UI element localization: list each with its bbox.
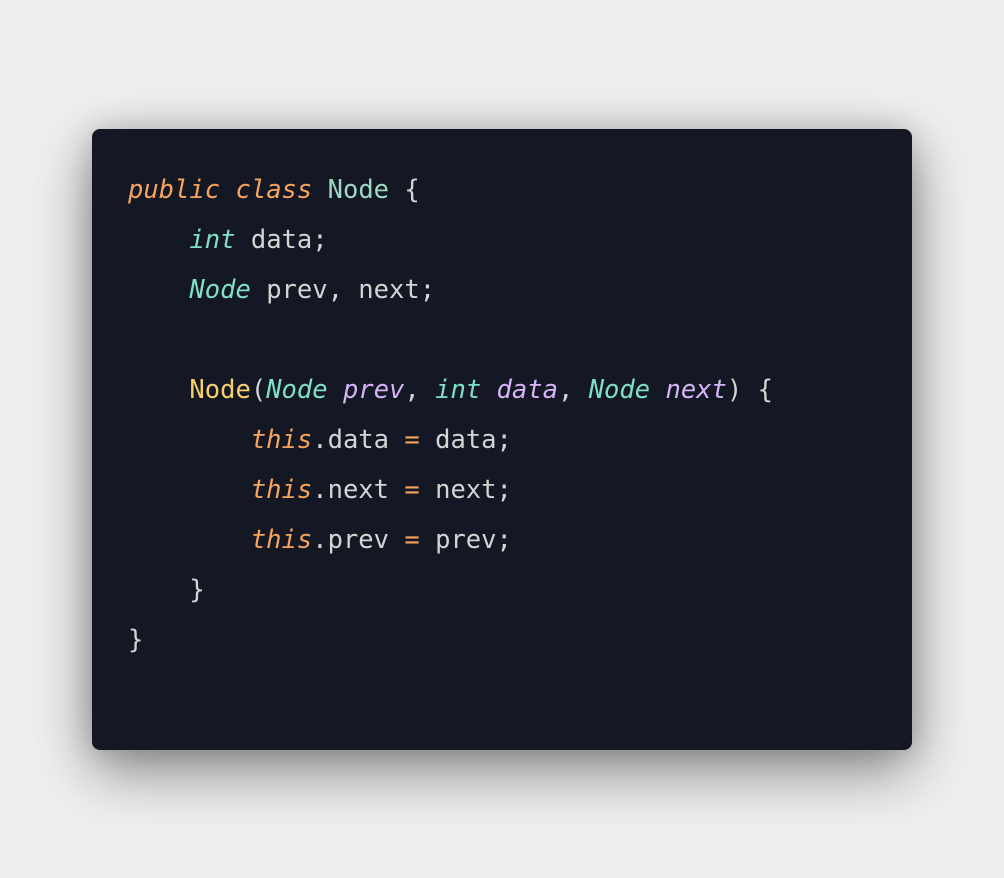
code-token-plain: .prev	[312, 525, 405, 555]
code-token-op: =	[404, 475, 420, 505]
code-line: this.prev = prev;	[128, 515, 773, 565]
code-line: Node(Node prev, int data, Node next) {	[128, 365, 773, 415]
code-token-param: data	[496, 375, 558, 405]
code-line: }	[128, 615, 773, 665]
code-token-keyword: this	[250, 525, 313, 555]
code-token-type: Node	[588, 375, 651, 405]
code-token-plain: data;	[235, 225, 328, 255]
code-line: public class Node {	[128, 165, 773, 215]
code-token-class: Node	[327, 175, 390, 205]
code-token-plain: (	[250, 375, 267, 405]
code-token-keyword: this	[250, 475, 313, 505]
code-token-func: Node	[189, 375, 251, 405]
code-token-type: int	[189, 225, 236, 255]
code-token-param: prev	[342, 375, 405, 405]
code-line: Node prev, next;	[128, 265, 773, 315]
code-token-plain: ) {	[726, 375, 773, 405]
code-token-keyword: public	[128, 175, 221, 205]
code-line: this.data = data;	[128, 415, 773, 465]
code-token-plain: }	[128, 625, 144, 655]
code-token-plain: prev, next;	[250, 275, 436, 305]
code-token-keyword: this	[250, 425, 313, 455]
code-token-type: Node	[189, 275, 251, 305]
code-token-param: next	[665, 375, 727, 405]
code-token-plain: }	[128, 575, 205, 605]
code-line: }	[128, 565, 773, 615]
code-token-plain: next;	[419, 475, 512, 505]
code-token-plain: .next	[312, 475, 405, 505]
code-line: this.next = next;	[128, 465, 773, 515]
code-block: public class Node { int data; Node prev,…	[128, 165, 773, 665]
code-token-plain: .data	[312, 425, 405, 455]
code-token-keyword: class	[235, 175, 313, 205]
code-token-plain: prev;	[419, 525, 512, 555]
code-token-type: int	[435, 375, 482, 405]
code-token-plain: ,	[404, 375, 436, 405]
code-line: int data;	[128, 215, 773, 265]
code-token-type: Node	[266, 375, 328, 405]
code-token-plain: {	[389, 175, 420, 205]
code-token-plain: data;	[419, 425, 512, 455]
code-token-op: =	[404, 425, 420, 455]
code-token-plain: ,	[557, 375, 589, 405]
code-token-op: =	[404, 525, 420, 555]
